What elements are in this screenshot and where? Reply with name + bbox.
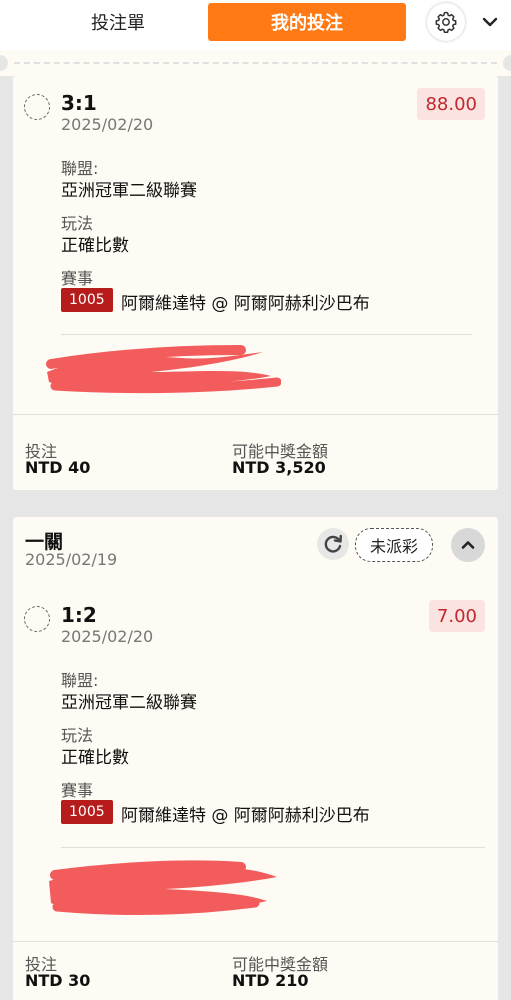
gear-icon	[435, 11, 457, 33]
ticket-separator	[0, 50, 511, 76]
tab-betslip[interactable]: 投注單	[58, 4, 178, 40]
expand-button[interactable]	[478, 10, 502, 34]
stake-value: NTD 40	[25, 458, 91, 477]
stake-value: NTD 30	[25, 971, 91, 990]
ticket-notch-right	[503, 55, 511, 71]
play-value: 正確比數	[61, 748, 129, 768]
payout-value: NTD 3,520	[232, 458, 326, 477]
chevron-down-icon	[482, 17, 498, 27]
league-value: 亞洲冠軍二級聯賽	[61, 181, 197, 201]
collapse-button[interactable]	[451, 528, 485, 562]
bet-group-card: 一關 2025/02/19 未派彩 1:2 2025/02/20 7.00 聯盟…	[13, 517, 498, 1000]
payout-value: NTD 210	[232, 971, 309, 990]
header-bar: 投注單 我的投注	[0, 0, 511, 50]
dashed-line	[14, 62, 497, 64]
play-value: 正確比數	[61, 236, 129, 256]
radio-circle-icon[interactable]	[24, 606, 50, 632]
bet-date: 2025/02/20	[61, 115, 154, 134]
chevron-up-icon	[461, 541, 475, 549]
settings-button[interactable]	[427, 3, 465, 41]
event-label: 賽事	[61, 781, 94, 800]
ticket-notch-left	[0, 55, 8, 71]
divider	[61, 847, 485, 848]
event-name: 阿爾維達特 @ 阿爾阿赫利沙巴布	[121, 294, 370, 314]
group-date: 2025/02/19	[25, 550, 118, 569]
event-code-badge: 1005	[61, 288, 113, 312]
event-label: 賽事	[61, 269, 94, 288]
bet-date: 2025/02/20	[61, 627, 154, 646]
refresh-button[interactable]	[317, 528, 349, 560]
divider	[13, 941, 498, 942]
bet-score: 1:2	[61, 603, 97, 627]
divider	[13, 414, 498, 415]
tab-my-bets[interactable]: 我的投注	[208, 3, 406, 41]
radio-circle-icon[interactable]	[24, 94, 50, 120]
odds-badge: 7.00	[428, 600, 485, 632]
league-value: 亞洲冠軍二級聯賽	[61, 693, 197, 713]
event-name: 阿爾維達特 @ 阿爾阿赫利沙巴布	[121, 806, 370, 826]
redaction-scribble	[49, 860, 277, 915]
status-badge: 未派彩	[355, 528, 434, 562]
odds-badge: 88.00	[417, 88, 485, 120]
event-code-badge: 1005	[61, 800, 113, 824]
bet-card: 3:1 2025/02/20 88.00 聯盟: 亞洲冠軍二級聯賽 玩法 正確比…	[13, 76, 498, 490]
refresh-icon	[324, 534, 342, 553]
divider	[61, 334, 472, 335]
bet-score: 3:1	[61, 91, 97, 115]
redaction-scribble	[46, 345, 281, 394]
